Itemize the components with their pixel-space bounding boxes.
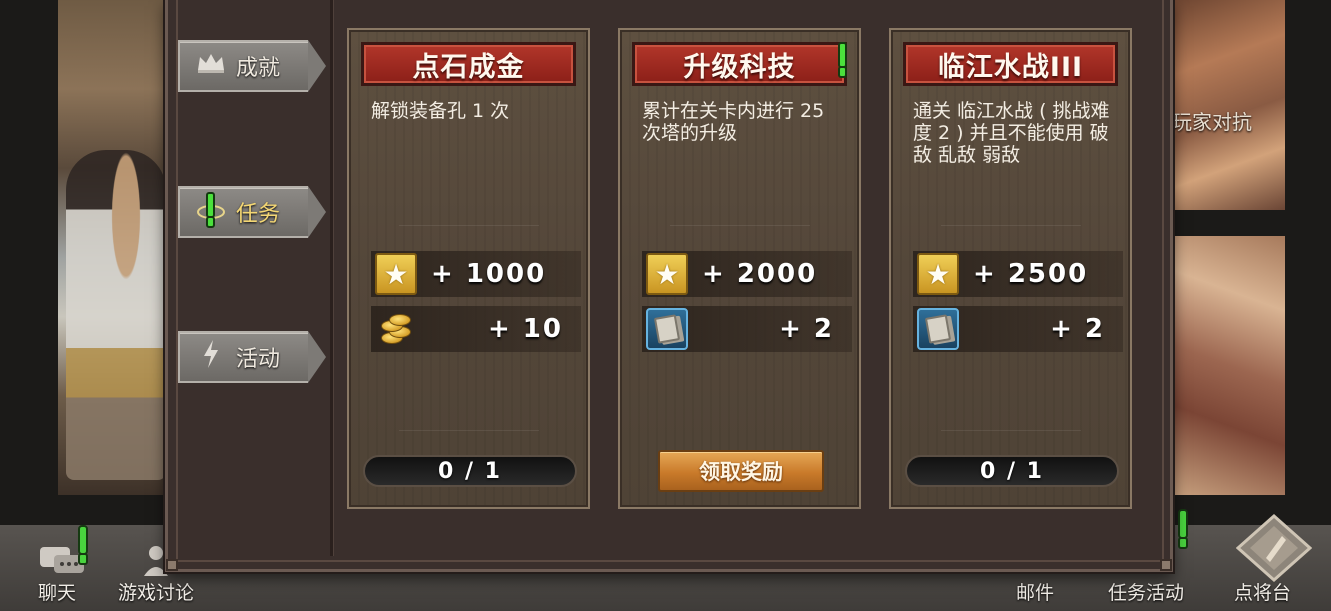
- reward-row: + 2: [913, 306, 1123, 352]
- background-art-right-bottom[interactable]: [1172, 236, 1285, 495]
- tab-arrow: [308, 186, 326, 238]
- chat-alert-icon: [78, 525, 88, 565]
- panel-corner-ornament: [1160, 559, 1172, 571]
- eye-alert-icon: [194, 192, 228, 228]
- mail-button[interactable]: 邮件: [1016, 578, 1054, 605]
- card-icon: [646, 308, 688, 350]
- tab-body: 成就: [178, 40, 308, 92]
- quest-title: 升级科技: [632, 42, 847, 86]
- reward-row: + 2: [642, 306, 852, 352]
- reward-value: + 2: [779, 314, 834, 344]
- reward-value: + 2: [1050, 314, 1105, 344]
- general-stage-emblem-icon[interactable]: [1234, 513, 1314, 583]
- panel-corner-ornament: [166, 559, 178, 571]
- quest-description: 通关 临江水战 ( 挑战难度 2 ) 并且不能使用 破敌 乱敌 弱敌: [913, 100, 1110, 166]
- divider: [670, 225, 810, 226]
- divider: [941, 430, 1081, 431]
- quest-description: 累计在关卡内进行 25 次塔的升级: [642, 100, 825, 144]
- tab-achievements[interactable]: 成就: [178, 40, 326, 92]
- pvp-mode-label: 玩家对抗: [1172, 110, 1252, 134]
- quest-alert-icon: [838, 42, 847, 78]
- claim-reward-button[interactable]: 领取奖励: [658, 450, 824, 492]
- tab-label: 成就: [236, 56, 281, 81]
- divider: [399, 430, 539, 431]
- star-icon: ★: [375, 253, 417, 295]
- quest-activity-alert-icon: [1178, 509, 1188, 549]
- lightning-icon: [194, 339, 228, 375]
- quest-activity-button[interactable]: 任务活动: [1108, 578, 1184, 605]
- reward-value: + 2500: [973, 259, 1089, 289]
- quest-progress: 0 / 1: [905, 455, 1119, 487]
- divider: [941, 225, 1081, 226]
- reward-row: ★ + 2000: [642, 251, 852, 297]
- reward-row: ★ + 2500: [913, 251, 1123, 297]
- tab-label: 任务: [236, 202, 281, 227]
- tab-label: 活动: [236, 347, 281, 372]
- side-divider: [330, 0, 333, 556]
- quest-card: 点石成金 解锁装备孔 1 次 ★ + 1000 + 10 0 / 1: [347, 28, 590, 509]
- tab-body: 任务: [178, 186, 308, 238]
- reward-row: ★ + 1000: [371, 251, 581, 297]
- background-art-right-top[interactable]: [1172, 0, 1285, 210]
- warrior-illustration: [66, 150, 166, 480]
- quest-card: 临江水战III 通关 临江水战 ( 挑战难度 2 ) 并且不能使用 破敌 乱敌 …: [889, 28, 1132, 509]
- quest-card: 升级科技 累计在关卡内进行 25 次塔的升级 ★ + 2000 + 2 领取奖励: [618, 28, 861, 509]
- quest-progress: 0 / 1: [363, 455, 577, 487]
- quest-title: 点石成金: [361, 42, 576, 86]
- crown-icon: [194, 52, 228, 80]
- tab-events[interactable]: 活动: [178, 331, 326, 383]
- game-discussion-button[interactable]: 游戏讨论: [118, 578, 194, 605]
- quest-alert-icon: [206, 192, 215, 228]
- card-icon: [917, 308, 959, 350]
- reward-value: + 2000: [702, 259, 818, 289]
- tab-body: 活动: [178, 331, 308, 383]
- tab-quests[interactable]: 任务: [178, 186, 326, 238]
- chat-button[interactable]: 聊天: [38, 578, 76, 605]
- reward-value: + 1000: [431, 259, 547, 289]
- reward-value: + 10: [487, 314, 563, 344]
- quest-description: 解锁装备孔 1 次: [371, 100, 510, 122]
- background-art-left: [58, 0, 170, 495]
- star-icon: ★: [646, 253, 688, 295]
- general-stage-button[interactable]: 点将台: [1234, 578, 1291, 605]
- divider: [399, 225, 539, 226]
- star-icon: ★: [917, 253, 959, 295]
- tab-arrow: [308, 40, 326, 92]
- gold-coins-icon: [375, 308, 417, 350]
- tab-arrow: [308, 331, 326, 383]
- quest-title: 临江水战III: [903, 42, 1118, 86]
- reward-row: + 10: [371, 306, 581, 352]
